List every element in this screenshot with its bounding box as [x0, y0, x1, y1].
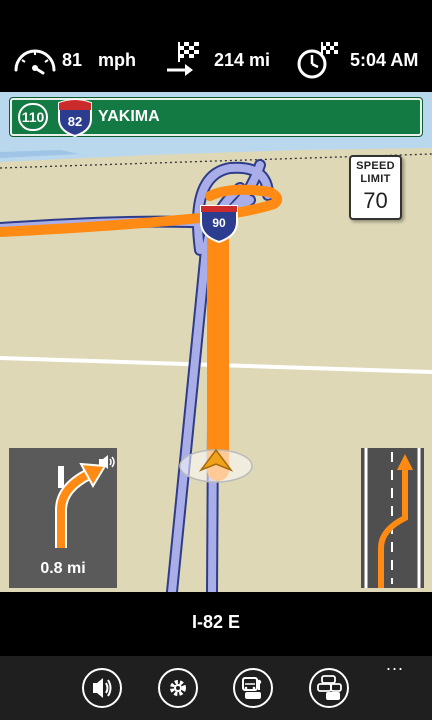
speed-limit-value: 70 — [363, 188, 388, 213]
distance-remaining: 214 mi — [214, 50, 271, 70]
exit-number: 110 — [18, 103, 48, 131]
traffic-camera-icon — [242, 677, 262, 699]
turn-distance: 0.8 mi — [40, 560, 86, 577]
next-turn-panel[interactable]: 0.8 mi — [9, 448, 117, 588]
volume-icon — [93, 678, 112, 698]
traffic-camera-button[interactable] — [233, 668, 273, 708]
lane-change-right-icon — [364, 448, 421, 588]
speed-value: 81 — [62, 50, 83, 70]
guidance-sign: 110 82 YAKIMA — [10, 98, 422, 137]
traffic-icon — [317, 675, 342, 700]
traffic-button[interactable] — [309, 668, 349, 708]
speedometer-icon — [14, 49, 56, 75]
route-shield-number: 90 — [212, 216, 226, 230]
exit-destination: YAKIMA — [98, 108, 160, 125]
finish-time-icon — [297, 42, 338, 79]
interstate-82-shield-icon: 82 — [58, 99, 92, 137]
settings-button[interactable] — [158, 668, 198, 708]
current-road-bar: I-82 E — [0, 592, 432, 656]
lane-guidance-panel — [361, 448, 424, 588]
more-menu-button[interactable]: ... — [386, 654, 404, 675]
status-bar: 81 mph 214 mi 5:04 AM — [0, 0, 432, 92]
app-bar — [0, 656, 432, 720]
speed-limit-label-line1: SPEED — [356, 160, 395, 172]
speed-limit-sign: SPEED LIMIT 70 — [349, 155, 402, 220]
current-road-name: I-82 E — [191, 612, 241, 632]
speaker-icon — [99, 455, 115, 469]
exit-shield-number: 82 — [68, 114, 82, 129]
speed-limit-label-line2: LIMIT — [360, 173, 391, 185]
speed-unit: mph — [98, 50, 136, 70]
arrival-time: 5:04 AM — [350, 50, 419, 70]
finish-distance-icon — [167, 42, 199, 76]
vehicle-position-icon — [179, 448, 253, 483]
volume-button[interactable] — [82, 668, 122, 708]
settings-icon — [170, 680, 186, 696]
speed-limit-label: SPEED LIMIT — [351, 160, 400, 186]
